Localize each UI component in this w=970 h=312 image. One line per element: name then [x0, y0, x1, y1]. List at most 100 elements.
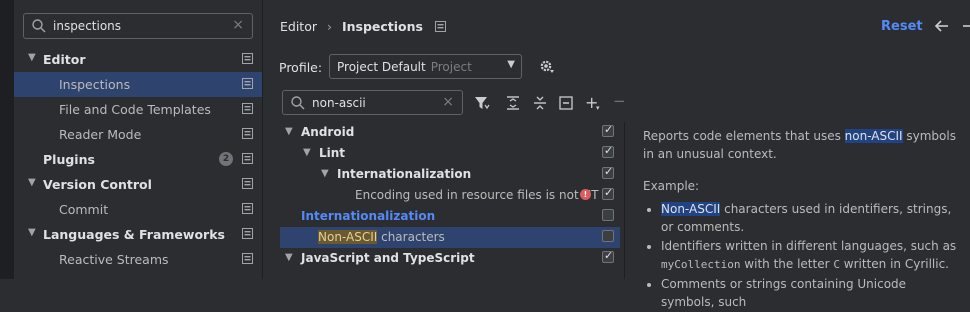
splitter[interactable]	[624, 122, 625, 279]
sidebar-item[interactable]: ▼ Version Control	[14, 172, 262, 197]
reset-to-default-icon[interactable]	[559, 96, 573, 110]
clear-search-icon[interactable]: ×	[232, 17, 244, 33]
project-scope-icon	[242, 228, 253, 239]
sidebar-item-label: Languages & Frameworks	[43, 227, 225, 242]
project-scope-icon	[242, 128, 253, 139]
chevron-down-icon[interactable]: ▼	[285, 126, 293, 137]
project-scope-icon	[242, 253, 253, 264]
sidebar-item[interactable]: ▼ Languages & Frameworks	[14, 222, 262, 247]
sidebar-item[interactable]: File and Code Templates	[14, 97, 262, 122]
inspection-label: Internationalization	[301, 209, 436, 223]
inspection-label: Lint	[319, 146, 346, 160]
inspection-row[interactable]: ▼ Lint	[280, 143, 620, 164]
sidebar-item-label: Inspections	[59, 77, 131, 92]
example-item: Non-ASCII characters used in identifiers…	[661, 200, 963, 236]
chevron-down-icon[interactable]: ▼	[321, 168, 329, 179]
filter-icon[interactable]	[474, 96, 490, 110]
search-match: Non-ASCII	[318, 230, 378, 244]
enable-checkbox[interactable]	[602, 230, 614, 242]
example-item: Identifiers written in different languag…	[661, 237, 963, 274]
collapse-all-icon[interactable]	[533, 96, 547, 110]
inspection-row[interactable]: ▼ Internationalization	[280, 164, 620, 185]
inspection-label: Non-ASCII characters	[318, 230, 445, 244]
profile-name: Project Default	[337, 60, 426, 74]
sidebar-item[interactable]: Reader Mode	[14, 122, 262, 147]
example-heading: Example:	[643, 179, 700, 193]
project-scope-icon	[242, 103, 253, 114]
sidebar-item[interactable]: Commit	[14, 197, 262, 222]
settings-search-field[interactable]: inspections ×	[23, 13, 253, 39]
breadcrumb: Editor › Inspections	[280, 19, 446, 34]
profile-label: Profile:	[279, 60, 323, 75]
sidebar-item[interactable]: Plugins 2	[14, 147, 262, 172]
chevron-down-icon[interactable]: ▼	[28, 227, 36, 238]
profile-value: Project Default Project	[337, 60, 472, 74]
settings-search-input[interactable]: inspections	[53, 19, 121, 33]
project-scope-icon	[242, 178, 253, 189]
inspection-label: Internationalization	[337, 167, 472, 181]
chevron-down-icon[interactable]: ▼	[303, 147, 311, 158]
inspection-row[interactable]: Non-ASCII characters	[280, 227, 620, 248]
sidebar-item-label: Reader Mode	[59, 127, 142, 142]
enable-checkbox[interactable]	[602, 165, 614, 179]
editor-edge-strip	[0, 0, 14, 279]
project-scope-icon	[242, 78, 253, 89]
breadcrumb-parent[interactable]: Editor	[280, 19, 317, 34]
sidebar-item[interactable]: Inspections	[14, 72, 262, 97]
gear-icon[interactable]	[538, 58, 554, 74]
sidebar-item[interactable]: Reactive Streams	[14, 247, 262, 272]
reset-button[interactable]: Reset	[881, 19, 923, 34]
inspection-row[interactable]: Internationalization	[280, 206, 620, 227]
project-scope-icon	[242, 53, 253, 64]
sidebar-item-label: Commit	[59, 202, 109, 217]
search-icon	[291, 96, 305, 110]
project-scope-icon	[242, 153, 253, 164]
remove-icon: −	[613, 92, 626, 110]
enable-checkbox[interactable]	[602, 186, 614, 200]
add-dropdown-icon[interactable]: ▾	[596, 104, 600, 112]
enable-checkbox[interactable]	[602, 123, 614, 137]
sidebar-item-label: File and Code Templates	[59, 102, 211, 117]
inspection-search-field[interactable]: non-ascii ×	[282, 90, 463, 115]
enable-checkbox[interactable]	[602, 249, 614, 263]
profile-scope: Project	[430, 60, 472, 74]
inspection-label: Android	[301, 125, 355, 139]
chevron-down-icon[interactable]: ▼	[28, 177, 36, 188]
sidebar-item-label: Plugins	[43, 152, 95, 167]
sidebar-item-label: Reactive Streams	[59, 252, 169, 267]
settings-nav-pane: inspections × ▼ Editor Inspections File and…	[14, 0, 262, 279]
project-scope-icon	[242, 203, 253, 214]
breadcrumb-current: Inspections	[341, 19, 423, 34]
error-severity-icon: !	[580, 189, 591, 200]
chevron-down-icon: ▼	[507, 59, 515, 70]
inspection-row[interactable]: ▼ JavaScript and TypeScript	[280, 248, 620, 269]
enable-checkbox[interactable]	[602, 144, 614, 158]
project-scope-icon	[434, 21, 446, 32]
pane-divider[interactable]	[262, 0, 263, 279]
inspection-label: JavaScript and TypeScript	[301, 251, 475, 265]
chevron-down-icon[interactable]: ▼	[28, 52, 36, 63]
inspection-label: Encoding used in resource files is not U…	[355, 188, 599, 202]
update-count-badge: 2	[219, 152, 233, 166]
back-arrow-icon[interactable]	[934, 19, 950, 33]
inspection-row[interactable]: ▼ Android	[280, 122, 620, 143]
inspection-row[interactable]: Encoding used in resource files is not U…	[280, 185, 620, 206]
breadcrumb-separator: ›	[326, 19, 332, 34]
example-list: Non-ASCII characters used in identifiers…	[643, 200, 963, 311]
description-intro: Reports code elements that uses non-ASCI…	[643, 129, 956, 161]
example-item: Comments or strings containing Unicode s…	[661, 275, 963, 311]
sidebar-item-label: Editor	[43, 52, 86, 67]
inspection-search-input[interactable]: non-ascii	[312, 96, 366, 110]
chevron-down-icon[interactable]: ▼	[285, 252, 293, 263]
search-match: Non-ASCII	[661, 202, 721, 216]
search-match: non-ASCII	[844, 129, 903, 143]
expand-all-icon[interactable]	[506, 96, 520, 110]
description-pane: Reports code elements that uses non-ASCI…	[643, 127, 963, 312]
forward-arrow-icon[interactable]	[963, 19, 970, 33]
search-icon	[32, 19, 46, 33]
enable-checkbox[interactable]	[602, 209, 614, 221]
inspections-tree: ▼ Android ▼ Lint ▼ Internationalization Encodi…	[280, 122, 620, 279]
sidebar-item[interactable]: ▼ Editor	[14, 47, 262, 72]
clear-search-icon[interactable]: ×	[442, 94, 454, 110]
profile-dropdown[interactable]: Project Default Project ▼	[329, 54, 522, 79]
